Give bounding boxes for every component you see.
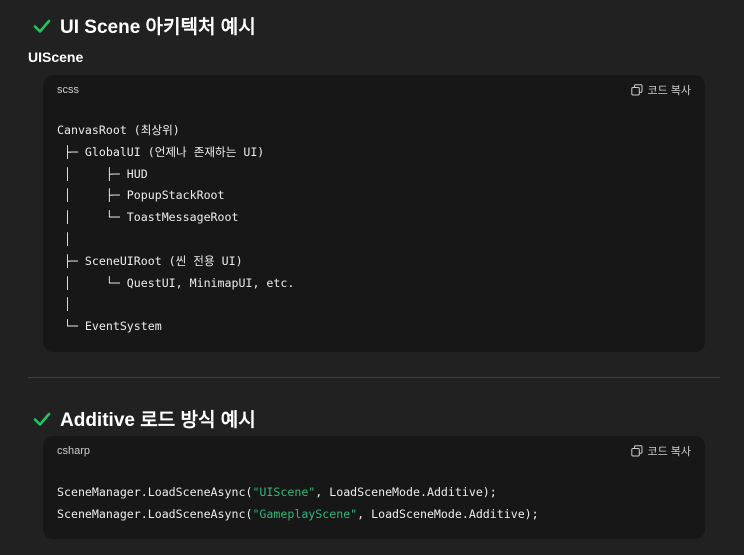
code-line: SceneManager.LoadSceneAsync("GameplaySce… [57,506,539,521]
code-header: csharp 코드 복사 [43,436,705,466]
copy-code-label: 코드 복사 [647,85,691,97]
copy-icon [631,445,643,457]
code-line: │ ├─ HUD [57,166,148,181]
code-language-label: csharp [57,445,91,457]
section-title: Additive 로드 방식 예시 [60,410,256,431]
code-line: SceneManager.LoadSceneAsync("UIScene", L… [57,485,497,499]
copy-code-button[interactable]: 코드 복사 [631,82,691,98]
section-heading-additive: Additive 로드 방식 예시 [32,405,256,432]
string-literal: "UIScene" [252,485,316,499]
code-line: │ [57,231,71,246]
code-header: scss 코드 복사 [43,75,705,105]
code-line: ├─ SceneUIRoot (씬 전용 UI) [57,253,243,268]
code-block-scss: scss 코드 복사 CanvasRoot (최상위) ├─ GlobalUI … [43,75,705,352]
code-line: │ └─ ToastMessageRoot [57,210,239,225]
section-title: UI Scene 아키텍처 예시 [60,17,256,38]
code-body: SceneManager.LoadSceneAsync("UIScene", L… [43,466,705,526]
code-line: │ └─ QuestUI, MinimapUI, etc. [57,275,295,290]
copy-icon [631,84,643,96]
check-icon [33,19,51,33]
code-block-csharp: csharp 코드 복사 SceneManager.LoadSceneAsync… [43,436,705,539]
copy-code-label: 코드 복사 [647,446,691,458]
check-icon [33,412,51,426]
code-body: CanvasRoot (최상위) ├─ GlobalUI (언제나 존재하는 U… [43,105,705,338]
code-language-label: scss [57,84,79,96]
code-line: │ ├─ PopupStackRoot [57,188,225,203]
divider [28,377,720,378]
copy-code-button[interactable]: 코드 복사 [631,443,691,459]
code-line: └─ EventSystem [57,319,162,334]
code-line: CanvasRoot (최상위) [57,123,180,137]
code-line: ├─ GlobalUI (언제나 존재하는 UI) [57,144,265,159]
code-line: │ [57,297,71,312]
string-literal: "GameplayScene" [252,506,358,521]
section-heading-ui-scene: UI Scene 아키텍처 예시 [32,12,256,39]
subtitle: UIScene [28,49,84,65]
